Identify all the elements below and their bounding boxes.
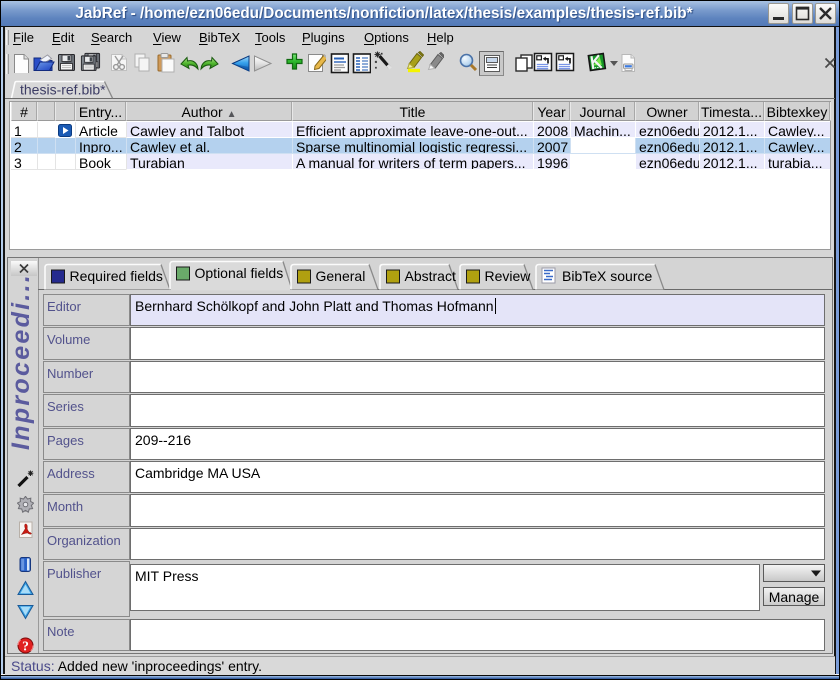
svg-text:Optional fields: Optional fields — [195, 265, 284, 281]
svg-text:BibTeX source: BibTeX source — [562, 268, 652, 284]
svg-text:Review: Review — [485, 268, 532, 284]
svg-text:Required fields: Required fields — [70, 268, 163, 284]
svg-text:?: ? — [22, 639, 29, 654]
svg-text:thesis-ref.bib*: thesis-ref.bib* — [20, 82, 106, 98]
svg-text:Abstract: Abstract — [405, 268, 456, 284]
svg-text:General: General — [316, 268, 366, 284]
